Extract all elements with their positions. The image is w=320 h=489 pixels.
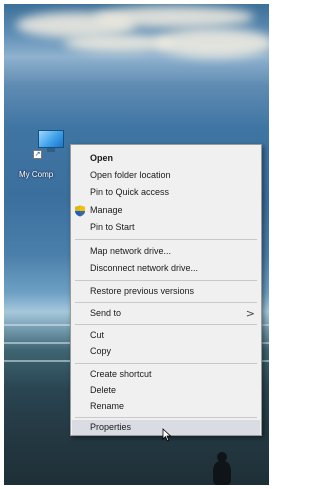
menu-separator bbox=[75, 280, 257, 281]
menu-item-label: Properties bbox=[90, 422, 132, 432]
menu-item-label: Restore previous versions bbox=[90, 286, 195, 296]
menu-item-manage[interactable]: Manage bbox=[72, 203, 260, 218]
desktop-icon-label: My Comp bbox=[18, 170, 78, 179]
menu-item-delete[interactable]: Delete bbox=[72, 383, 260, 398]
silhouette-figure bbox=[209, 452, 235, 485]
this-pc-icon bbox=[38, 130, 64, 148]
menu-item-pin-to-quick-access[interactable]: Pin to Quick access bbox=[72, 185, 260, 200]
menu-item-restore-previous-versions[interactable]: Restore previous versions bbox=[72, 284, 260, 299]
chevron-right-icon: > bbox=[245, 307, 255, 320]
context-menu: Open Open folder location Pin to Quick a… bbox=[70, 144, 262, 436]
menu-separator bbox=[75, 302, 257, 303]
menu-item-copy[interactable]: Copy bbox=[72, 344, 260, 359]
menu-item-send-to[interactable]: Send to > bbox=[72, 306, 260, 321]
menu-item-map-network-drive[interactable]: Map network drive... bbox=[72, 244, 260, 259]
menu-separator bbox=[75, 324, 257, 325]
menu-item-label: Cut bbox=[90, 330, 105, 340]
menu-item-label: Rename bbox=[90, 401, 125, 411]
menu-item-pin-to-start[interactable]: Pin to Start bbox=[72, 220, 260, 235]
shortcut-arrow-icon: ↗ bbox=[33, 150, 42, 159]
menu-item-label: Open folder location bbox=[90, 170, 171, 180]
monitor-stand bbox=[47, 148, 55, 152]
menu-separator bbox=[75, 363, 257, 364]
menu-item-label: Open bbox=[90, 153, 114, 163]
cloud bbox=[94, 6, 254, 28]
menu-separator bbox=[75, 417, 257, 418]
cloud bbox=[64, 34, 174, 52]
menu-item-label: Pin to Start bbox=[90, 222, 135, 232]
pointer-arrow-icon bbox=[162, 428, 172, 442]
menu-item-label: Disconnect network drive... bbox=[90, 263, 199, 273]
menu-item-label: Delete bbox=[90, 385, 117, 395]
menu-item-label: Send to bbox=[90, 308, 122, 318]
figure-body bbox=[213, 461, 231, 485]
menu-item-cut[interactable]: Cut bbox=[72, 328, 260, 343]
menu-item-rename[interactable]: Rename bbox=[72, 399, 260, 414]
menu-item-label: Create shortcut bbox=[90, 369, 152, 379]
menu-separator bbox=[75, 239, 257, 240]
menu-item-create-shortcut[interactable]: Create shortcut bbox=[72, 367, 260, 382]
menu-item-label: Pin to Quick access bbox=[90, 187, 170, 197]
menu-item-open[interactable]: Open bbox=[72, 151, 260, 166]
desktop-icon-my-computer[interactable]: ↗ My Comp bbox=[18, 126, 70, 184]
menu-item-disconnect-network-drive[interactable]: Disconnect network drive... bbox=[72, 261, 260, 276]
menu-item-label: Manage bbox=[90, 205, 123, 215]
uac-shield-icon bbox=[75, 205, 85, 217]
desktop-icon-label-text: My Comp bbox=[18, 170, 55, 179]
menu-item-open-folder-location[interactable]: Open folder location bbox=[72, 168, 260, 183]
menu-item-label: Copy bbox=[90, 346, 112, 356]
menu-item-label: Map network drive... bbox=[90, 246, 172, 256]
